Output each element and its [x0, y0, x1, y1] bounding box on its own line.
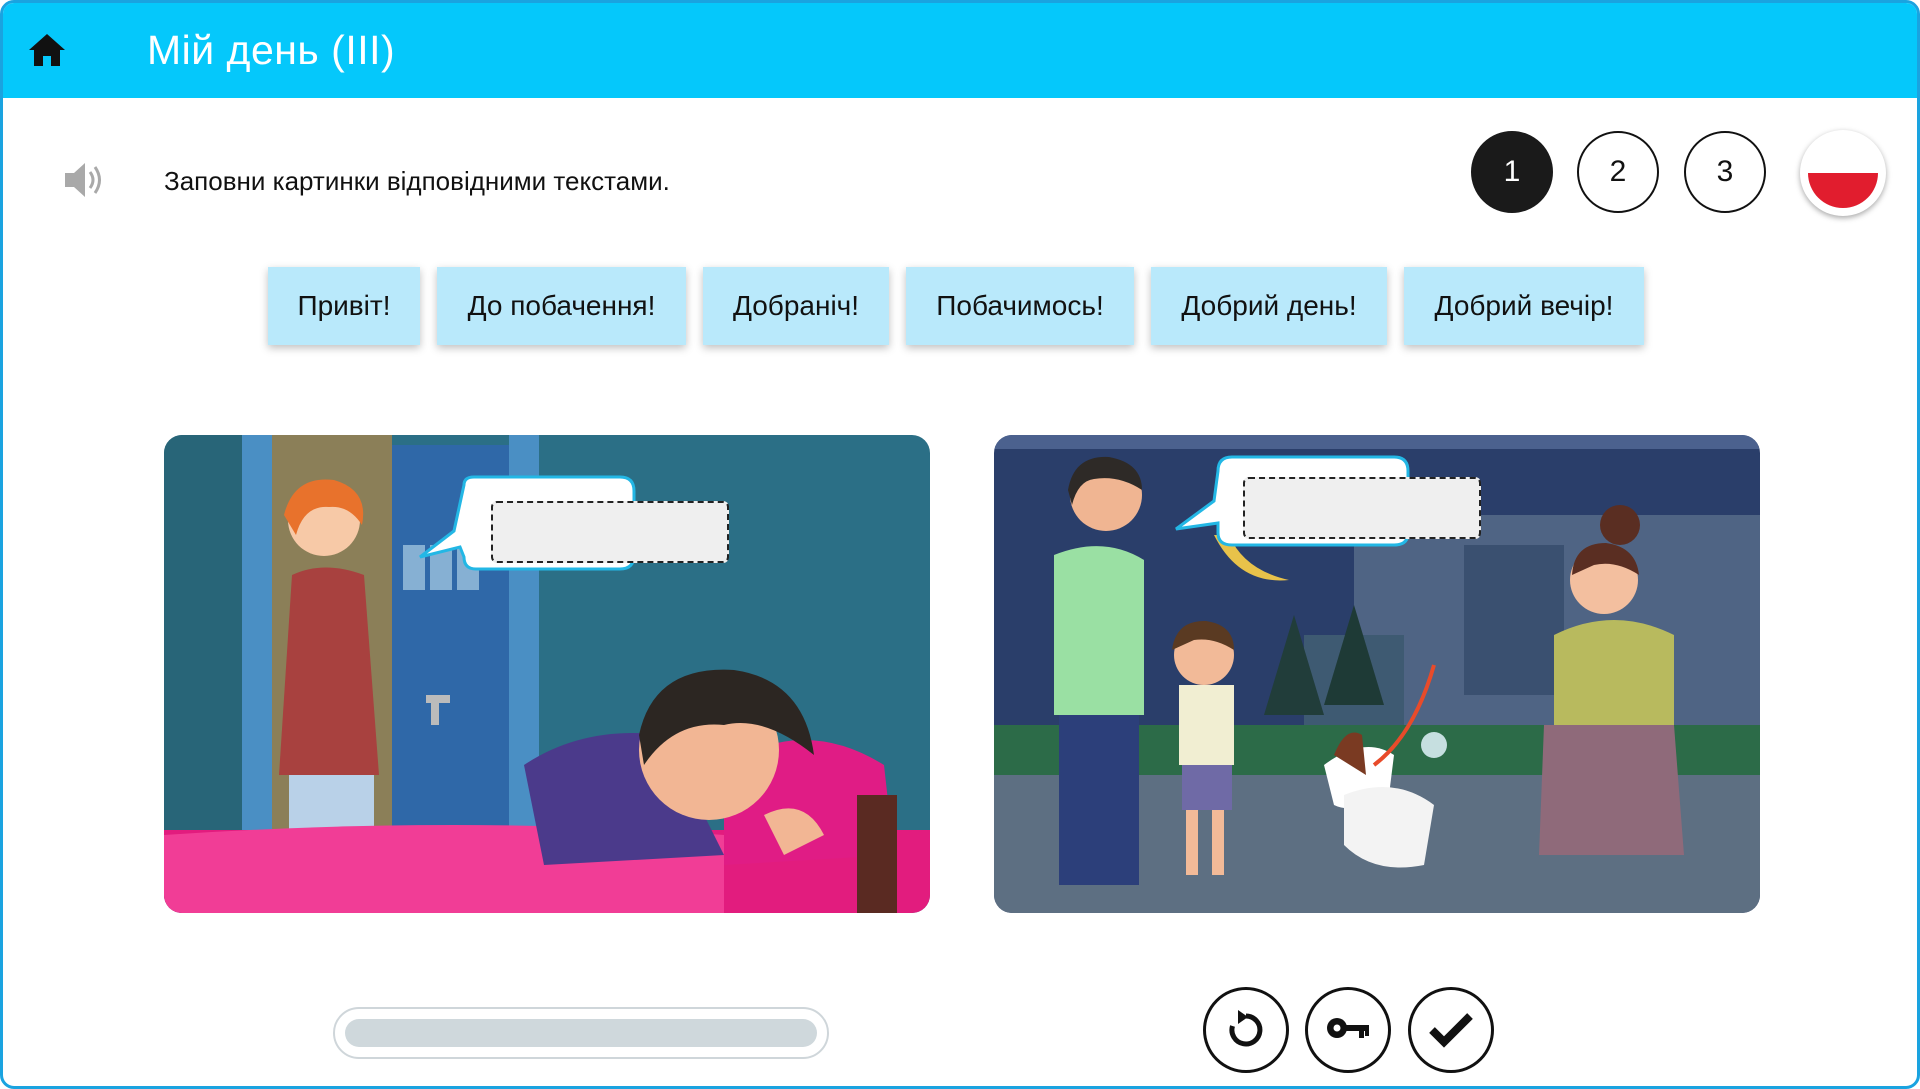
phrase-chip-do-pobachennia[interactable]: До побачення! [437, 267, 686, 345]
restart-icon [1229, 1010, 1263, 1047]
home-icon[interactable] [27, 31, 67, 69]
restart-button[interactable] [1203, 987, 1289, 1073]
phrase-chip-dobryi-vechir[interactable]: Добрий вечір! [1404, 267, 1644, 345]
header-bar: Мій день (III) [3, 3, 1917, 98]
progress-bar [333, 1007, 829, 1059]
phrase-bank: Привіт! До побачення! Добраніч! Побачимо… [3, 267, 1917, 345]
step-3-button[interactable]: 3 [1684, 131, 1766, 213]
app-frame: Мій день (III) Заповни картинки відповід… [0, 0, 1920, 1089]
scene-2-drop-slot[interactable] [1243, 477, 1481, 539]
poland-flag-icon[interactable] [1800, 130, 1886, 216]
scene-1-picture [164, 435, 930, 913]
speaker-icon[interactable] [61, 158, 107, 202]
check-icon [1429, 1013, 1473, 1048]
phrase-chip-pobachymos[interactable]: Побачимось! [906, 267, 1134, 345]
page-title: Мій день (III) [147, 27, 396, 73]
check-button[interactable] [1408, 987, 1494, 1073]
scene-1-drop-slot[interactable] [491, 501, 729, 563]
instruction-text: Заповни картинки відповідними текстами. [164, 166, 670, 196]
phrase-chip-pryvit[interactable]: Привіт! [268, 267, 420, 345]
progress-track [345, 1019, 817, 1047]
step-2-button[interactable]: 2 [1577, 131, 1659, 213]
phrase-chip-dobranich[interactable]: Добраніч! [703, 267, 889, 345]
step-1-button[interactable]: 1 [1471, 131, 1553, 213]
scene-2-picture [994, 435, 1760, 913]
phrase-chip-dobryi-den[interactable]: Добрий день! [1151, 267, 1387, 345]
key-icon [1327, 1018, 1369, 1038]
key-button[interactable] [1305, 987, 1391, 1073]
